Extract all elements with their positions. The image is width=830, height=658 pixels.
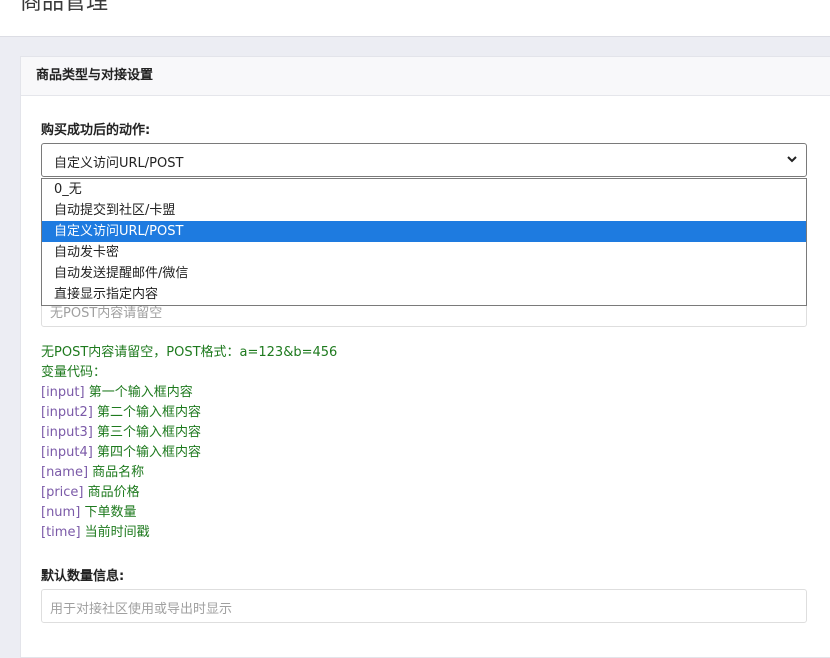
- variable-code: [price]: [41, 485, 84, 500]
- variable-row: [input2] 第二个输入框内容: [41, 403, 337, 423]
- action-option[interactable]: 自动提交到社区/卡盟: [42, 200, 806, 221]
- variable-desc: 商品价格: [87, 485, 140, 500]
- action-option[interactable]: 0_无: [42, 179, 806, 200]
- variables-title: 变量代码：: [41, 365, 107, 380]
- variable-row: [input3] 第三个输入框内容: [41, 423, 337, 443]
- action-select[interactable]: 自定义访问URL/POST: [41, 143, 807, 177]
- variable-code: [input4]: [41, 445, 93, 460]
- variable-row: [input] 第一个输入框内容: [41, 383, 337, 403]
- variable-row: [time] 当前时间戳: [41, 523, 337, 543]
- action-option[interactable]: 直接显示指定内容: [42, 284, 806, 305]
- variable-desc: 第四个输入框内容: [97, 445, 202, 460]
- page-title: 商品管理: [20, 0, 109, 15]
- variable-row: [name] 商品名称: [41, 463, 337, 483]
- action-select-value: 自定义访问URL/POST: [54, 156, 184, 171]
- variable-code: [num]: [41, 505, 81, 520]
- settings-panel: 商品类型与对接设置 购买成功后的动作: 自定义访问URL/POST 无POST内…: [20, 56, 830, 658]
- variable-code: [input]: [41, 385, 85, 400]
- top-header: 商品管理: [0, 0, 830, 37]
- variable-desc: 第一个输入框内容: [88, 385, 193, 400]
- action-option-selected[interactable]: 自定义访问URL/POST: [42, 221, 806, 242]
- variable-code: [time]: [41, 525, 81, 540]
- variable-code: [input2]: [41, 405, 93, 420]
- variable-desc: 下单数量: [84, 505, 137, 520]
- variable-code: [name]: [41, 465, 89, 480]
- default-quantity-placeholder: 用于对接社区使用或导出时显示: [50, 602, 233, 617]
- variable-desc: 第二个输入框内容: [97, 405, 202, 420]
- action-dropdown-list: 0_无 自动提交到社区/卡盟 自定义访问URL/POST 自动发卡密 自动发送提…: [41, 178, 807, 306]
- variable-row: [price] 商品价格: [41, 483, 337, 503]
- variable-code: [input3]: [41, 425, 93, 440]
- help-text: 无POST内容请留空，POST格式：a=123&b=456 变量代码： [inp…: [41, 343, 337, 543]
- action-option[interactable]: 自动发卡密: [42, 242, 806, 263]
- panel-title: 商品类型与对接设置: [21, 57, 830, 96]
- post-format-note: 无POST内容请留空，POST格式：a=123&b=456: [41, 345, 338, 360]
- action-option[interactable]: 自动发送提醒邮件/微信: [42, 263, 806, 284]
- variable-desc: 当前时间戳: [84, 525, 150, 540]
- default-quantity-input[interactable]: 用于对接社区使用或导出时显示: [41, 589, 807, 623]
- default-quantity-label: 默认数量信息:: [41, 569, 125, 584]
- action-label: 购买成功后的动作:: [41, 123, 151, 138]
- variable-desc: 第三个输入框内容: [97, 425, 202, 440]
- variable-row: [num] 下单数量: [41, 503, 337, 523]
- variable-row: [input4] 第四个输入框内容: [41, 443, 337, 463]
- chevron-down-icon: [787, 156, 797, 163]
- variable-desc: 商品名称: [92, 465, 145, 480]
